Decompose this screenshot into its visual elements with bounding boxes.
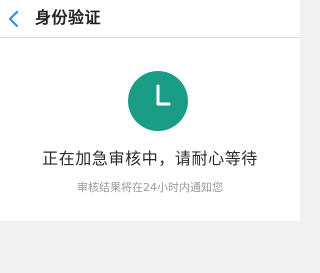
page-title: 身份验证 (35, 8, 102, 27)
clock-icon (128, 71, 188, 131)
status-title: 正在加急审核中，请耐心等待 (42, 149, 258, 168)
navigation-bar: 身份验证 (0, 0, 300, 38)
chevron-left-icon (8, 11, 19, 27)
back-button[interactable] (0, 0, 28, 38)
verification-status-panel: 正在加急审核中，请耐心等待 审核结果将在24小时内通知您 (0, 38, 300, 221)
status-description: 审核结果将在24小时内通知您 (77, 181, 223, 194)
